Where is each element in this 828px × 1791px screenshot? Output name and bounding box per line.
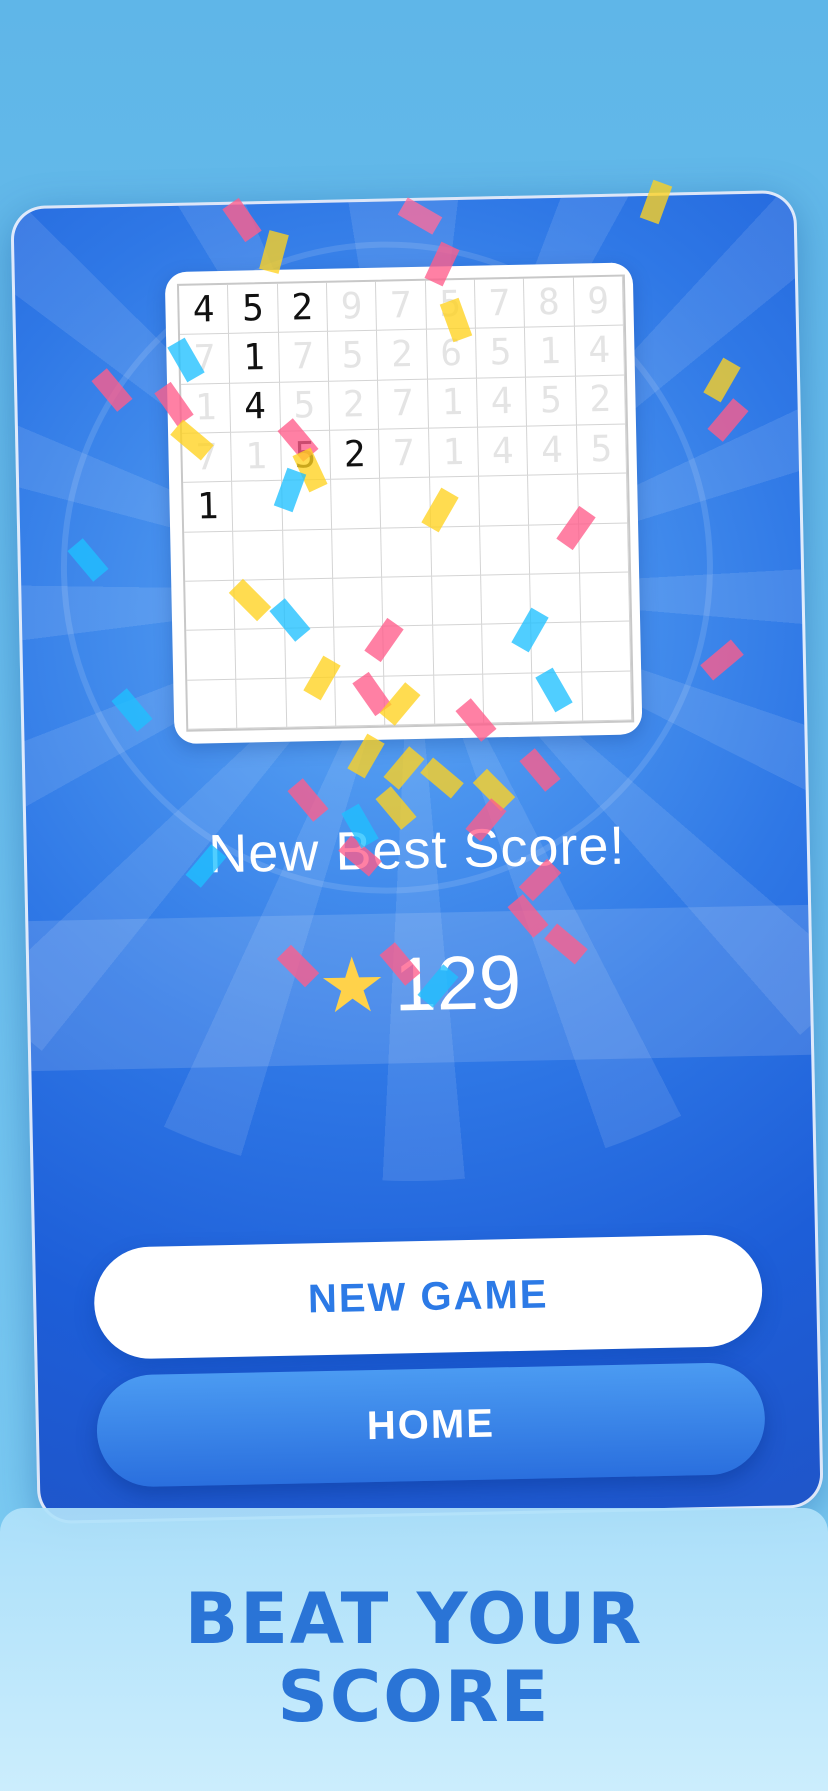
grid-cell: 6 [426, 328, 477, 380]
grid-cell: 8 [524, 277, 575, 328]
grid-cell [232, 481, 283, 532]
grid-cell: 5 [228, 283, 279, 335]
grid-cell [236, 678, 287, 729]
grid-cell [382, 576, 433, 627]
grid-cell [233, 530, 284, 581]
grid-cell [335, 676, 386, 727]
grid-cell [578, 523, 630, 574]
grid-cell [531, 622, 582, 674]
grid-cell [234, 579, 285, 631]
grid-cell [185, 580, 236, 632]
grid-cell [332, 528, 383, 579]
grid-cell [581, 671, 633, 722]
game-over-card: 4529757897175265141452714527152714451 Ne… [10, 189, 824, 1525]
grid-cell: 2 [575, 375, 626, 426]
grid-cell: 7 [278, 332, 330, 383]
grid-cell [334, 626, 385, 678]
score-display: ★129 [29, 931, 811, 1036]
grid-cell: 7 [379, 428, 430, 480]
home-button[interactable]: HOME [95, 1361, 766, 1488]
grid-cell: 4 [574, 325, 625, 377]
grid-cell: 4 [230, 382, 281, 433]
grid-cell: 5 [425, 279, 476, 331]
grid-cell [282, 529, 334, 580]
grid-cell [432, 624, 484, 676]
promo-headline-line1: BEAT YOUR [184, 1578, 644, 1660]
grid-cell [281, 480, 333, 531]
grid-cell: 5 [279, 381, 331, 432]
grid-cell [577, 473, 629, 525]
number-grid: 4529757897175265141452714527152714451 [176, 274, 635, 732]
grid-cell [530, 573, 581, 624]
grid-cell [481, 574, 532, 625]
grid-cell: 9 [326, 281, 378, 333]
grid-cell: 7 [180, 334, 231, 385]
grid-cell [235, 629, 286, 680]
grid-cell [431, 575, 483, 626]
grid-cell: 1 [229, 333, 280, 384]
grid-cell [480, 525, 531, 576]
grid-cell [580, 621, 632, 673]
grid-cell [333, 577, 384, 629]
grid-cell: 2 [377, 330, 428, 381]
grid-cell [532, 672, 583, 723]
grid-cell: 5 [280, 430, 332, 482]
grid-cell: 2 [330, 429, 381, 481]
grid-cell: 4 [178, 284, 230, 336]
grid-cell: 5 [327, 331, 379, 382]
star-icon: ★ [317, 942, 388, 1030]
grid-cell: 1 [525, 326, 576, 378]
grid-cell [283, 578, 335, 630]
grid-cell: 7 [378, 379, 429, 430]
grid-cell: 5 [526, 376, 577, 427]
grid-cell [528, 474, 579, 526]
grid-cell [483, 673, 534, 724]
grid-cell [433, 674, 485, 725]
grid-cell [380, 477, 431, 529]
grid-cell [529, 524, 580, 575]
grid-cell: 5 [475, 327, 527, 379]
grid-cell: 1 [428, 427, 480, 478]
grid-cell [579, 572, 631, 623]
promo-headline-line2: SCORE [277, 1656, 551, 1738]
grid-cell [429, 476, 481, 528]
grid-cell [381, 527, 432, 578]
grid-cell: 1 [427, 378, 479, 429]
new-game-button[interactable]: NEW GAME [93, 1233, 764, 1360]
grid-cell: 2 [277, 282, 328, 334]
score-value: 129 [393, 939, 523, 1028]
grid-cell: 7 [474, 278, 526, 329]
grid-cell: 7 [182, 432, 233, 484]
grid-cell [384, 675, 435, 726]
grid-cell [187, 679, 238, 730]
final-board: 4529757897175265141452714527152714451 [164, 262, 643, 745]
grid-cell [331, 479, 382, 530]
grid-cell [284, 628, 336, 679]
grid-cell: 4 [478, 426, 529, 477]
grid-cell [285, 677, 337, 728]
grid-cell [186, 630, 237, 681]
grid-cell: 7 [376, 280, 427, 332]
grid-cell: 4 [476, 377, 528, 428]
grid-cell: 2 [329, 380, 380, 431]
grid-cell [479, 475, 530, 527]
grid-cell: 1 [231, 431, 282, 483]
grid-cell: 9 [573, 276, 624, 327]
grid-cell [383, 625, 434, 677]
grid-cell: 5 [576, 424, 628, 475]
grid-cell: 1 [183, 482, 234, 533]
grid-cell [482, 623, 533, 675]
grid-cell: 4 [527, 425, 578, 476]
grid-cell: 1 [181, 383, 232, 434]
grid-cell [184, 531, 235, 582]
grid-cell [430, 526, 482, 577]
